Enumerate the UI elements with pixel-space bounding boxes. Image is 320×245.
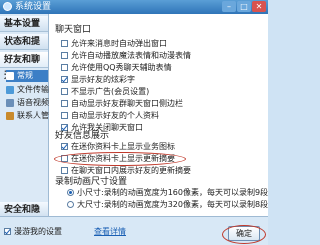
chat-window-heading: 聊天窗口 [55, 25, 92, 35]
app-icon [3, 2, 12, 11]
friend-info-heading: 好友信息展示 [55, 131, 110, 141]
video-icon [6, 99, 14, 107]
window-title: 系统设置 [15, 2, 52, 12]
radio-button[interactable] [67, 189, 74, 196]
minimize-button[interactable]: – [222, 1, 236, 12]
radio-button[interactable] [67, 201, 74, 208]
sidebar-item-contacts[interactable]: 联系人管理 [6, 110, 57, 122]
settings-icon [6, 72, 14, 80]
checkbox[interactable] [61, 52, 68, 59]
sidebar: 基本设置 状态和提醒 好友和聊天 常规 文件传输 语音视频 联系人管理 安全和隐… [0, 14, 57, 231]
file-transfer-icon [6, 86, 14, 94]
sidebar-category-friends-chat[interactable]: 好友和聊天 [0, 52, 48, 81]
sidebar-category-basic[interactable]: 基本设置 [0, 16, 48, 32]
sidebar-item-file-transfer[interactable]: 文件传输 [6, 84, 49, 96]
checkbox[interactable] [61, 88, 68, 95]
checkbox[interactable] [61, 167, 68, 174]
sidebar-item-label: 常规 [17, 71, 33, 80]
checkbox[interactable] [61, 64, 68, 71]
sidebar-item-voice-video[interactable]: 语音视频 [6, 97, 49, 109]
close-button[interactable]: ✕ [252, 1, 266, 12]
sidebar-item-label: 文件传输 [17, 85, 49, 94]
checkbox[interactable] [61, 112, 68, 119]
recording-size-heading: 录制动画尺寸设置 [55, 177, 128, 187]
sidebar-item-label: 语音视频 [17, 98, 49, 107]
checkbox[interactable] [61, 76, 68, 83]
contacts-icon [6, 112, 14, 120]
highlight-annotation [54, 152, 186, 166]
highlight-annotation [222, 225, 266, 244]
sidebar-item-general[interactable]: 常规 [6, 70, 48, 82]
checkbox[interactable] [61, 100, 68, 107]
sidebar-category-status[interactable]: 状态和提醒 [0, 34, 48, 63]
maximize-button[interactable]: □ [237, 1, 251, 12]
checkbox[interactable] [61, 40, 68, 47]
details-link[interactable]: 查看详情 [94, 227, 126, 237]
checkbox[interactable] [4, 228, 11, 235]
checkbox[interactable] [61, 143, 68, 150]
title-bar: 系统设置 – □ ✕ [0, 0, 268, 14]
settings-panel: 聊天窗口 允许来消息时自动弹出窗口 允许自动播放魔法表情和动漫表情 允许使用QQ… [49, 14, 268, 216]
